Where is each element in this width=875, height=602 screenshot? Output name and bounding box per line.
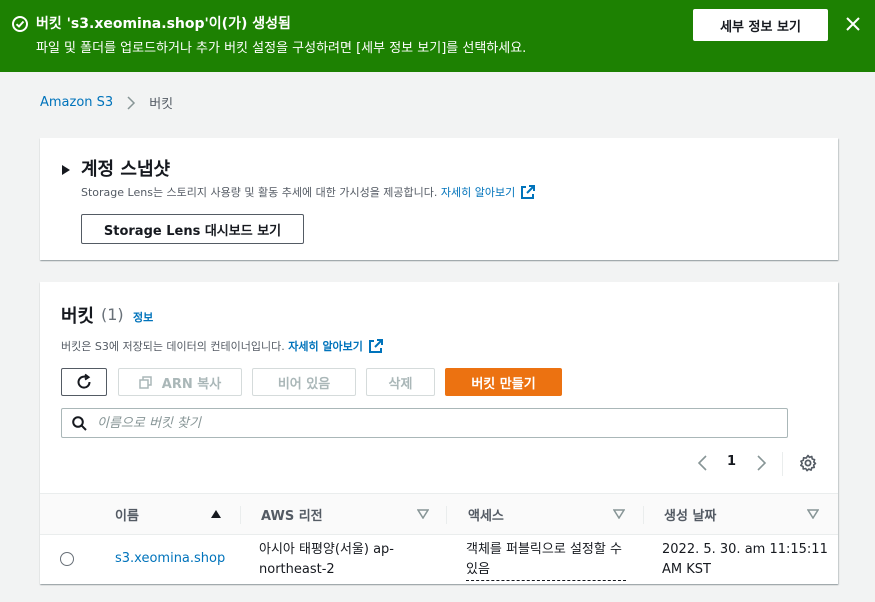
column-separator — [240, 506, 241, 524]
pager-divider — [782, 452, 783, 476]
buckets-title: 버킷 — [61, 306, 95, 327]
account-snapshot-panel: 계정 스냅샷 Storage Lens는 스토리지 사용량 및 활동 추세에 대… — [40, 138, 838, 260]
column-separator — [446, 506, 447, 524]
breadcrumb-buckets: 버킷 — [149, 97, 174, 112]
chevron-left-icon[interactable] — [696, 454, 710, 472]
bucket-name-link[interactable]: s3.xeomina.shop — [115, 551, 225, 566]
view-details-button[interactable]: 세부 정보 보기 — [693, 9, 828, 41]
storage-lens-description-text: Storage Lens는 스토리지 사용량 및 활동 추세에 대한 가시성을 … — [81, 186, 438, 199]
storage-lens-learn-more-link[interactable]: 자세히 알아보기 — [441, 184, 515, 200]
bucket-created-date: 2022. 5. 30. am 11:15:11 AM KST — [662, 542, 828, 577]
sort-icon — [417, 509, 429, 519]
storage-lens-dashboard-button[interactable]: Storage Lens 대시보드 보기 — [81, 214, 304, 244]
empty-bucket-button[interactable]: 비어 있음 — [252, 368, 356, 396]
column-header-created-label: 생성 날짜 — [664, 508, 717, 524]
bucket-search — [61, 408, 788, 438]
buckets-info-link[interactable]: 정보 — [133, 309, 153, 325]
chevron-right-icon[interactable] — [754, 454, 768, 472]
create-bucket-button[interactable]: 버킷 만들기 — [445, 368, 562, 396]
sort-icon — [807, 509, 819, 519]
flash-title: 버킷 's3.xeomina.shop'이(가) 생성됨 — [36, 16, 291, 32]
buckets-count: (1) — [101, 305, 124, 324]
copy-icon — [139, 375, 152, 389]
gear-icon[interactable] — [799, 454, 817, 472]
refresh-icon — [77, 373, 91, 389]
refresh-button[interactable] — [61, 368, 107, 396]
sort-ascending-icon — [211, 510, 221, 518]
column-separator — [643, 506, 644, 524]
chevron-right-icon — [127, 95, 136, 110]
column-header-region-label: AWS 리전 — [261, 508, 323, 524]
bucket-region: 아시아 태평양(서울) ap-northeast-2 — [259, 542, 394, 577]
account-snapshot-title[interactable]: 계정 스냅샷 — [81, 155, 170, 181]
check-circle-icon — [12, 16, 28, 32]
column-header-name-label: 이름 — [115, 508, 139, 524]
buckets-description-text: 버킷은 S3에 저장되는 데이터의 컨테이너입니다. — [61, 340, 285, 353]
column-header-name[interactable]: 이름 — [115, 494, 225, 534]
close-icon[interactable] — [843, 14, 863, 34]
copy-arn-button[interactable]: ARN 복사 — [118, 368, 242, 396]
bucket-search-input[interactable] — [97, 415, 757, 431]
caret-right-icon[interactable] — [61, 164, 71, 176]
flash-message: 파일 및 폴더를 업로드하거나 추가 버킷 설정을 구성하려면 [세부 정보 보… — [36, 41, 527, 56]
copy-arn-label: ARN 복사 — [161, 376, 222, 392]
buckets-learn-more-link[interactable]: 자세히 알아보기 — [288, 338, 363, 354]
buckets-description: 버킷은 S3에 저장되는 데이터의 컨테이너입니다. 자세히 알아보기 — [61, 338, 383, 354]
external-link-icon — [368, 339, 383, 353]
table-row: s3.xeomina.shop 아시아 태평양(서울) ap-northeast… — [40, 535, 838, 584]
row-select-radio[interactable] — [60, 552, 74, 566]
success-flash-banner: 버킷 's3.xeomina.shop'이(가) 생성됨 파일 및 폴더를 업로… — [0, 0, 875, 72]
external-link-icon — [521, 185, 536, 199]
column-header-created[interactable]: 생성 날짜 — [664, 494, 824, 534]
table-header: 이름 AWS 리전 액세스 생성 날짜 — [40, 493, 838, 535]
column-header-access[interactable]: 액세스 — [468, 494, 628, 534]
storage-lens-description: Storage Lens는 스토리지 사용량 및 활동 추세에 대한 가시성을 … — [81, 184, 536, 200]
sort-icon — [613, 509, 625, 519]
delete-bucket-button[interactable]: 삭제 — [366, 368, 435, 396]
search-icon — [72, 415, 87, 431]
breadcrumb-amazon-s3[interactable]: Amazon S3 — [40, 95, 113, 110]
buckets-panel: 버킷 (1) 정보 버킷은 S3에 저장되는 데이터의 컨테이너입니다. 자세히… — [40, 282, 838, 584]
page-number[interactable]: 1 — [727, 454, 736, 469]
column-header-region[interactable]: AWS 리전 — [261, 494, 441, 534]
breadcrumb: Amazon S3 버킷 — [40, 93, 173, 112]
column-header-access-label: 액세스 — [468, 508, 504, 524]
bucket-access: 객체를 퍼블릭으로 설정할 수 있음 — [466, 540, 626, 581]
